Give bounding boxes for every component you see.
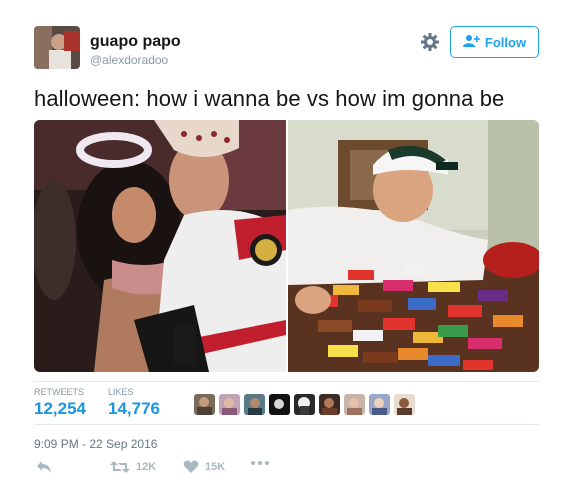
retweets-stat[interactable]: RETWEETS 12,254: [34, 387, 86, 419]
retweets-count: 12,254: [34, 399, 86, 418]
tweet-text: halloween: how i wanna be vs how im gonn…: [34, 86, 505, 111]
media-grid: [34, 120, 539, 372]
more-icon: [250, 460, 270, 466]
retweets-label: RETWEETS: [34, 387, 85, 397]
retweet-count-small: 12K: [136, 461, 157, 473]
tweet-actions: 12K 15K: [34, 460, 539, 480]
like-count-small: 15K: [205, 461, 226, 473]
likes-stat[interactable]: LIKES 14,776: [108, 387, 160, 419]
retweet-button[interactable]: 12K: [110, 460, 156, 474]
heart-icon: [183, 460, 199, 474]
gear-icon[interactable]: [420, 32, 440, 52]
photo-couple[interactable]: [34, 120, 286, 372]
liker-avatar[interactable]: [344, 394, 365, 415]
user-handle[interactable]: @alexdoradoo: [90, 53, 168, 67]
follow-label: Follow: [484, 34, 527, 50]
display-name[interactable]: guapo papo: [90, 33, 181, 51]
liker-avatars: [194, 394, 415, 415]
photo-candy[interactable]: [288, 120, 539, 372]
tweet-timestamp[interactable]: 9:09 PM - 22 Sep 2016: [34, 437, 157, 451]
liker-avatar[interactable]: [319, 394, 340, 415]
retweet-icon: [110, 460, 130, 474]
liker-avatar[interactable]: [369, 394, 390, 415]
liker-avatar[interactable]: [194, 394, 215, 415]
more-button[interactable]: [250, 460, 270, 466]
liker-avatar[interactable]: [294, 394, 315, 415]
follow-person-icon: [462, 34, 481, 51]
avatar[interactable]: [34, 26, 80, 69]
liker-avatar[interactable]: [244, 394, 265, 415]
likes-count: 14,776: [108, 399, 160, 418]
reply-button[interactable]: [36, 460, 52, 474]
like-button[interactable]: 15K: [183, 460, 225, 474]
likes-label: LIKES: [108, 387, 134, 397]
tweet-stats: RETWEETS 12,254 LIKES 14,776: [34, 381, 539, 425]
reply-icon: [36, 460, 52, 474]
follow-button[interactable]: Follow: [450, 26, 539, 58]
liker-avatar[interactable]: [269, 394, 290, 415]
tweet-card: guapo papo @alexdoradoo Follow halloween…: [0, 0, 573, 493]
liker-avatar[interactable]: [394, 394, 415, 415]
liker-avatar[interactable]: [219, 394, 240, 415]
